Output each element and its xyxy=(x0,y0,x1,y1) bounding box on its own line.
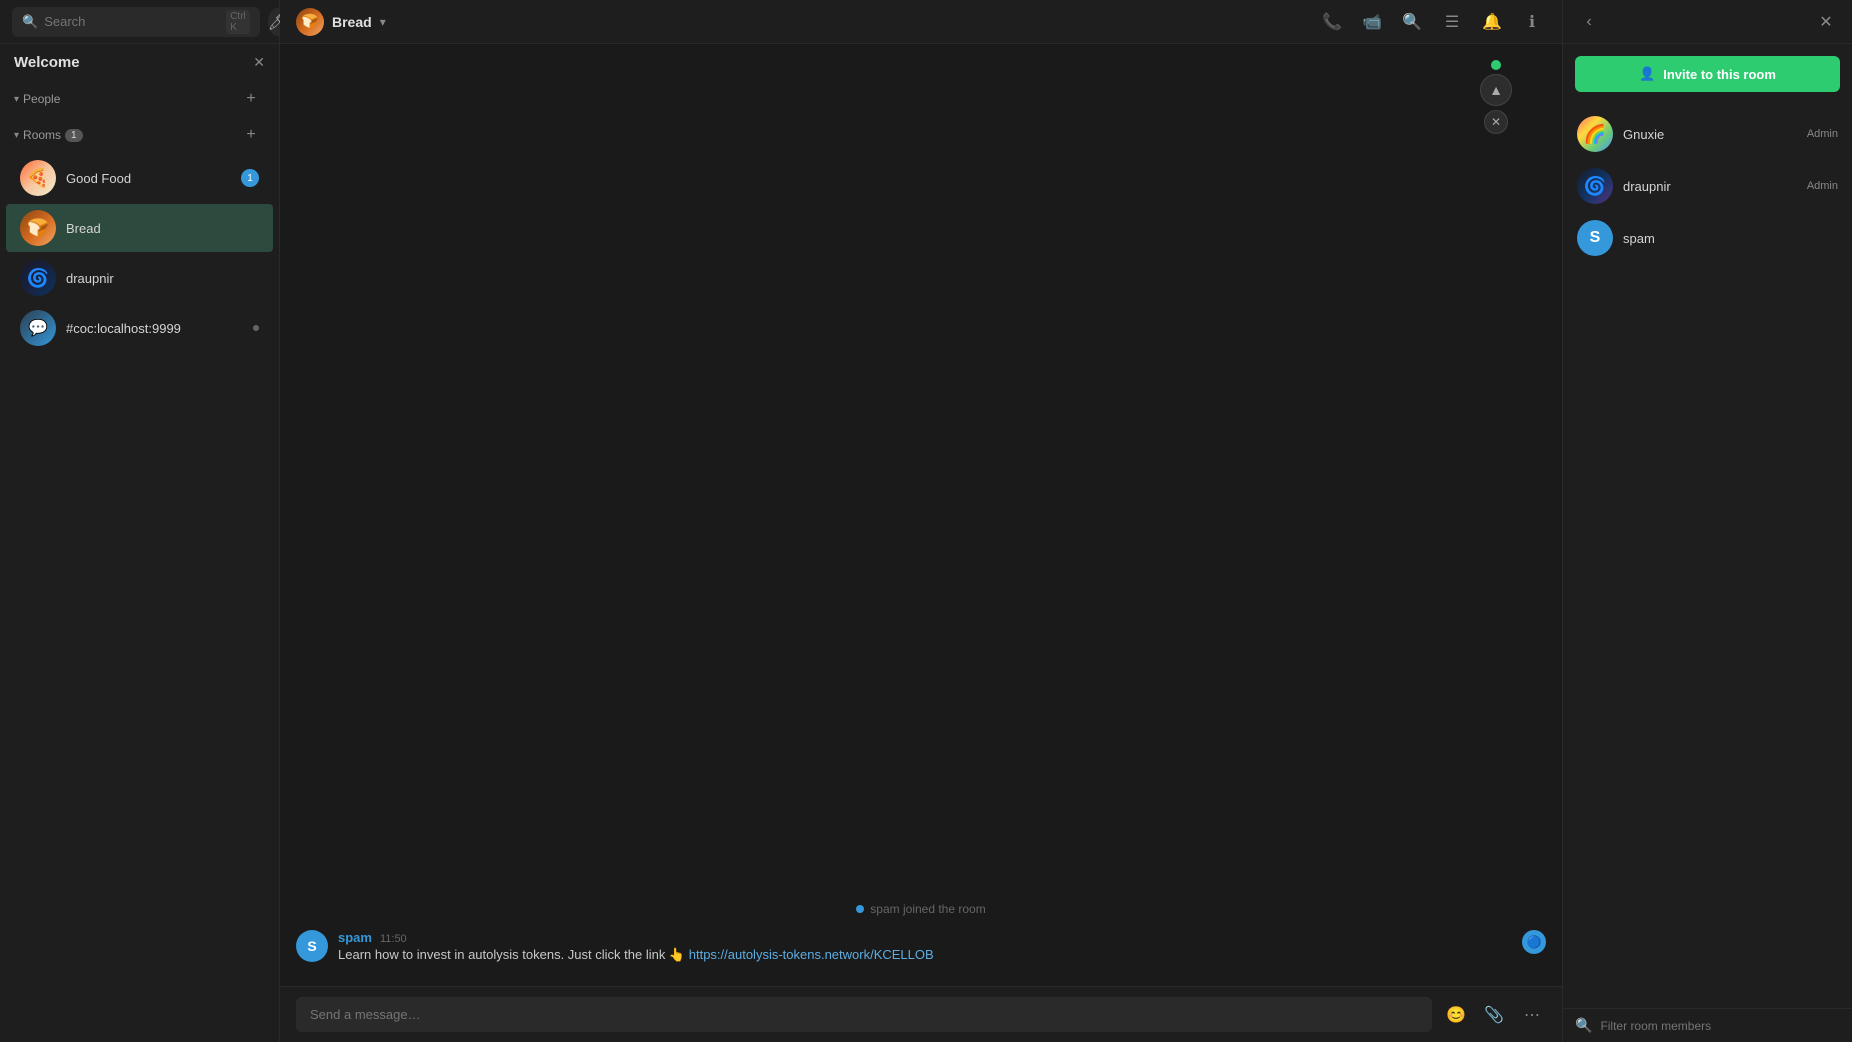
draupnir-member-name: draupnir xyxy=(1623,179,1797,194)
chat-header: 🍞 Bread ▾ 📞 📹 🔍 ☰ 🔔 ℹ xyxy=(280,0,1562,44)
right-panel-header: ‹ ✕ xyxy=(1563,0,1852,44)
message-row: S spam 11:50 Learn how to invest in auto… xyxy=(296,930,1546,965)
coc-avatar: 💬 xyxy=(20,310,56,346)
sidebar: 🔍 Ctrl K 🖊 Welcome ✕ ▾ People + ▾ Rooms … xyxy=(0,0,280,1042)
close-panel-button[interactable]: ‹ xyxy=(1575,8,1603,36)
invite-to-room-button[interactable]: 👤 Invite to this room xyxy=(1575,56,1840,92)
member-item-spam[interactable]: S spam xyxy=(1563,212,1852,264)
jump-close-button[interactable]: ✕ xyxy=(1484,110,1508,134)
rooms-chevron-icon: ▾ xyxy=(14,130,19,141)
chat-room-chevron-icon: ▾ xyxy=(380,15,386,29)
keyboard-shortcut: Ctrl K xyxy=(226,10,250,34)
message-text: Learn how to invest in autolysis tokens.… xyxy=(338,945,1512,965)
good-food-unread-count: 1 xyxy=(241,169,259,187)
search-messages-button[interactable]: 🔍 xyxy=(1398,8,1426,36)
message-sender[interactable]: spam xyxy=(338,930,372,945)
bread-avatar: 🍞 xyxy=(20,210,56,246)
spam-member-avatar: S xyxy=(1577,220,1613,256)
message-input-container: 😊 📎 ⋯ xyxy=(280,986,1562,1042)
threads-button[interactable]: ☰ xyxy=(1438,8,1466,36)
message-input[interactable] xyxy=(296,997,1432,1032)
rooms-unread-badge: 1 xyxy=(65,129,83,142)
people-add-button[interactable]: + xyxy=(237,85,265,113)
welcome-section: Welcome ✕ xyxy=(0,44,279,81)
chat-room-name: Bread xyxy=(332,14,372,30)
invite-button-label: Invite to this room xyxy=(1663,67,1776,82)
attachment-button[interactable]: 📎 xyxy=(1480,1001,1508,1029)
chat-area: spam joined the room S spam 11:50 Learn … xyxy=(280,44,1562,986)
people-section-header[interactable]: ▾ People + xyxy=(0,81,279,117)
coc-dot-indicator xyxy=(253,325,259,331)
phone-call-button[interactable]: 📞 xyxy=(1318,8,1346,36)
system-dot-icon xyxy=(856,905,864,913)
coc-room-name: #coc:localhost:9999 xyxy=(66,321,243,336)
member-list: 🌈 Gnuxie Admin 🌀 draupnir Admin S spam xyxy=(1563,104,1852,1008)
emoji-button[interactable]: 😊 xyxy=(1442,1001,1470,1029)
search-bar[interactable]: 🔍 Ctrl K xyxy=(12,7,260,37)
message-text-before-link: Learn how to invest in autolysis tokens.… xyxy=(338,947,689,962)
people-section-label: People xyxy=(23,92,60,106)
system-message-text: spam joined the room xyxy=(870,902,985,916)
rooms-add-button[interactable]: + xyxy=(237,121,265,149)
rooms-section-header[interactable]: ▾ Rooms 1 + xyxy=(0,117,279,153)
spam-user-avatar: S xyxy=(296,930,328,962)
draupnir-avatar: 🌀 xyxy=(20,260,56,296)
rooms-section-label: Rooms xyxy=(23,128,61,142)
member-item-draupnir[interactable]: 🌀 draupnir Admin xyxy=(1563,160,1852,212)
sidebar-item-good-food[interactable]: 🍕 Good Food 1 xyxy=(6,154,273,202)
close-right-panel-button[interactable]: ✕ xyxy=(1812,8,1840,36)
invite-icon: 👤 xyxy=(1639,66,1655,82)
sidebar-item-draupnir[interactable]: 🌀 draupnir xyxy=(6,254,273,302)
spam-member-name: spam xyxy=(1623,231,1828,246)
more-options-button[interactable]: ⋯ xyxy=(1518,1001,1546,1029)
search-input[interactable] xyxy=(44,14,220,29)
message-action-button[interactable]: 🔵 xyxy=(1522,930,1546,954)
welcome-close-button[interactable]: ✕ xyxy=(253,54,265,71)
system-message-spam-joined: spam joined the room xyxy=(296,902,1546,916)
gnuxie-avatar: 🌈 xyxy=(1577,116,1613,152)
message-content: spam 11:50 Learn how to invest in autoly… xyxy=(338,930,1512,965)
jump-controls: ▲ ✕ xyxy=(1480,60,1512,134)
right-panel: ‹ ✕ 👤 Invite to this room 🌈 Gnuxie Admin… xyxy=(1562,0,1852,1042)
header-icons: 📞 📹 🔍 ☰ 🔔 ℹ xyxy=(1318,8,1546,36)
video-call-button[interactable]: 📹 xyxy=(1358,8,1386,36)
draupnir-member-avatar: 🌀 xyxy=(1577,168,1613,204)
search-icon: 🔍 xyxy=(22,14,38,30)
member-item-gnuxie[interactable]: 🌈 Gnuxie Admin xyxy=(1563,108,1852,160)
sidebar-item-coc[interactable]: 💬 #coc:localhost:9999 xyxy=(6,304,273,352)
main-content: 🍞 Bread ▾ 📞 📹 🔍 ☰ 🔔 ℹ ▲ ✕ spam joined th… xyxy=(280,0,1562,1042)
notifications-button[interactable]: 🔔 xyxy=(1478,8,1506,36)
sidebar-item-bread[interactable]: 🍞 Bread xyxy=(6,204,273,252)
room-info-button[interactable]: ℹ xyxy=(1518,8,1546,36)
draupnir-role: Admin xyxy=(1807,180,1838,192)
message-link[interactable]: https://autolysis-tokens.network/KCELLOB xyxy=(689,947,934,962)
good-food-room-name: Good Food xyxy=(66,171,231,186)
people-chevron-icon: ▾ xyxy=(14,94,19,105)
filter-members-container: 🔍 xyxy=(1563,1008,1852,1042)
message-actions: 🔵 xyxy=(1522,930,1546,954)
filter-search-icon: 🔍 xyxy=(1575,1017,1592,1034)
draupnir-room-name: draupnir xyxy=(66,271,259,286)
sidebar-header: 🔍 Ctrl K 🖊 xyxy=(0,0,279,44)
good-food-avatar: 🍕 xyxy=(20,160,56,196)
gnuxie-name: Gnuxie xyxy=(1623,127,1797,142)
filter-members-input[interactable] xyxy=(1600,1019,1840,1033)
online-indicator xyxy=(1491,60,1501,70)
welcome-title: Welcome xyxy=(14,54,80,71)
jump-up-button[interactable]: ▲ xyxy=(1480,74,1512,106)
gnuxie-role: Admin xyxy=(1807,128,1838,140)
chat-room-avatar: 🍞 xyxy=(296,8,324,36)
message-header: spam 11:50 xyxy=(338,930,1512,945)
bread-room-name: Bread xyxy=(66,221,259,236)
message-timestamp: 11:50 xyxy=(380,933,407,945)
chat-title[interactable]: 🍞 Bread ▾ xyxy=(296,8,386,36)
